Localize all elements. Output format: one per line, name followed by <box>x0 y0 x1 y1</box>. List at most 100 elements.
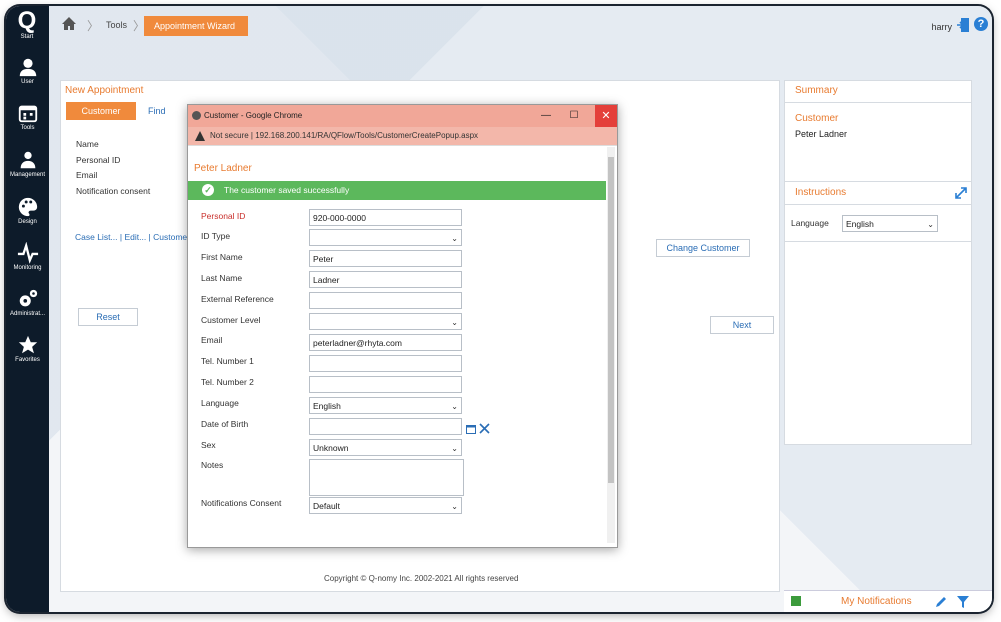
notifications-label: My Notifications <box>841 596 912 607</box>
calendar-icon[interactable] <box>466 424 476 434</box>
success-banner: ✓ The customer saved successfully <box>188 181 606 200</box>
change-customer-button[interactable]: Change Customer <box>656 239 750 257</box>
minimize-icon[interactable]: — <box>533 105 559 127</box>
notes-textarea[interactable] <box>309 459 464 496</box>
sidebar-item-design[interactable]: Design <box>6 196 49 225</box>
label-date-of-birth: Date of Birth <box>201 419 249 429</box>
instructions-panel: Instructions Language English ⌄ <box>784 181 972 445</box>
label-personal-id: Personal ID <box>201 211 246 221</box>
close-icon[interactable]: ✕ <box>595 105 617 127</box>
reset-button[interactable]: Reset <box>78 308 138 326</box>
field-label-personal-id: Personal ID <box>76 155 121 165</box>
popup-title: Customer - Google Chrome <box>204 111 303 120</box>
label-tel-2: Tel. Number 2 <box>201 377 254 387</box>
sidebar-item-label: Tools <box>20 125 35 131</box>
label-notifications-consent: Notifications Consent <box>201 498 282 508</box>
email-input[interactable]: peterladner@rhyta.com <box>309 334 462 351</box>
popup-scrollbar[interactable] <box>607 147 615 543</box>
label-tel-1: Tel. Number 1 <box>201 356 254 366</box>
summary-title: Summary <box>795 85 838 96</box>
sex-select[interactable]: Unknown ⌄ <box>309 439 462 456</box>
label-email: Email <box>201 335 223 345</box>
chevron-down-icon: ⌄ <box>451 444 458 453</box>
sidebar-item-label: Administrat... <box>9 311 45 317</box>
sidebar-item-start[interactable]: Q Start <box>10 8 44 42</box>
chevron-down-icon: ⌄ <box>451 234 458 243</box>
maximize-icon[interactable]: ☐ <box>561 105 587 127</box>
chevron-down-icon: ⌄ <box>451 402 458 411</box>
next-button[interactable]: Next <box>710 316 774 334</box>
not-secure-label: Not secure <box>210 131 249 140</box>
url-text: 192.168.200.141/RA/QFlow/Tools/CustomerC… <box>255 131 479 140</box>
label-last-name: Last Name <box>201 273 243 283</box>
sidebar-item-label: Design <box>18 219 37 225</box>
chevron-down-icon: ⌄ <box>451 318 458 327</box>
page-title: New Appointment <box>65 85 144 96</box>
label-id-type: ID Type <box>201 231 231 241</box>
label-notes: Notes <box>201 460 224 470</box>
copyright: Copyright © Q-nomy Inc. 2002-2021 All ri… <box>324 574 519 583</box>
field-label-email: Email <box>76 170 98 180</box>
personal-id-input[interactable]: 920-000-0000 <box>309 209 462 226</box>
sidebar-item-administration[interactable]: Administrat... <box>6 288 49 317</box>
language-label: Language <box>791 218 829 228</box>
pencil-icon[interactable] <box>934 595 948 609</box>
step-customer[interactable]: Customer <box>66 102 136 120</box>
label-external-reference: External Reference <box>201 294 274 304</box>
date-of-birth-input[interactable] <box>309 418 462 435</box>
external-reference-input[interactable] <box>309 292 462 309</box>
customer-level-select[interactable]: ⌄ <box>309 313 462 330</box>
popup-titlebar: Customer - Google Chrome — ☐ ✕ <box>188 105 617 127</box>
popup-customer-name: Peter Ladner <box>194 163 252 174</box>
instructions-language-select[interactable]: English ⌄ <box>842 215 938 232</box>
instructions-title: Instructions <box>795 187 847 198</box>
notifications-bar[interactable]: My Notifications <box>784 590 992 612</box>
sidebar-item-label: Start <box>20 34 34 40</box>
field-label-notification-consent: Notification consent <box>76 186 151 196</box>
tel-2-input[interactable] <box>309 376 462 393</box>
tel-1-input[interactable] <box>309 355 462 372</box>
q-logo-icon: Q <box>17 7 37 34</box>
sidebar-item-label: Monitoring <box>13 265 42 271</box>
warning-icon <box>195 131 205 141</box>
id-type-select[interactable]: ⌄ <box>309 229 462 246</box>
sidebar-item-label: Management <box>9 172 46 178</box>
logout-icon[interactable] <box>956 17 970 33</box>
customer-links[interactable]: Case List... | Edit... | Customer <box>75 232 190 242</box>
summary-customer-name: Peter Ladner <box>795 129 848 139</box>
home-icon[interactable] <box>61 16 77 32</box>
summary-customer-heading: Customer <box>795 113 839 124</box>
breadcrumb-appointment-wizard[interactable]: Appointment Wizard <box>144 16 248 36</box>
chevron-right-icon: 〉 <box>87 19 100 33</box>
user-icon <box>19 58 36 77</box>
palette-icon <box>18 197 37 217</box>
app-frame: Q Start User Tools Management Design Mon… <box>6 6 992 612</box>
last-name-input[interactable]: Ladner <box>309 271 462 288</box>
chevron-down-icon: ⌄ <box>451 502 458 511</box>
help-icon[interactable]: ? <box>974 17 988 31</box>
sidebar-item-tools[interactable]: Tools <box>6 102 49 131</box>
sidebar-item-management[interactable]: Management <box>6 149 49 178</box>
first-name-input[interactable]: Peter <box>309 250 462 267</box>
step-find[interactable]: Find <box>148 102 184 120</box>
chevron-down-icon: ⌄ <box>927 220 934 229</box>
language-select[interactable]: English ⌄ <box>309 397 462 414</box>
breadcrumb-tools[interactable]: Tools <box>106 20 127 30</box>
sidebar-item-favorites[interactable]: Favorites <box>6 334 49 363</box>
notifications-consent-select[interactable]: Default ⌄ <box>309 497 462 514</box>
gears-icon <box>19 289 37 307</box>
sidebar: Q Start User Tools Management Design Mon… <box>6 6 49 612</box>
sidebar-item-user[interactable]: User <box>6 56 49 85</box>
calendar-icon <box>18 105 37 123</box>
customer-popup-window: Customer - Google Chrome — ☐ ✕ Not secur… <box>187 104 618 548</box>
summary-panel: Summary Customer Peter Ladner <box>784 80 972 182</box>
pulse-icon <box>17 242 38 264</box>
sidebar-item-label: User <box>21 79 34 85</box>
clear-icon[interactable] <box>479 423 490 434</box>
sidebar-item-label: Favorites <box>15 357 40 363</box>
address-bar[interactable]: Not secure | 192.168.200.141/RA/QFlow/To… <box>188 127 617 146</box>
star-icon <box>18 335 37 354</box>
sidebar-item-monitoring[interactable]: Monitoring <box>6 242 49 271</box>
filter-icon[interactable] <box>956 595 970 609</box>
expand-icon[interactable] <box>953 185 969 201</box>
